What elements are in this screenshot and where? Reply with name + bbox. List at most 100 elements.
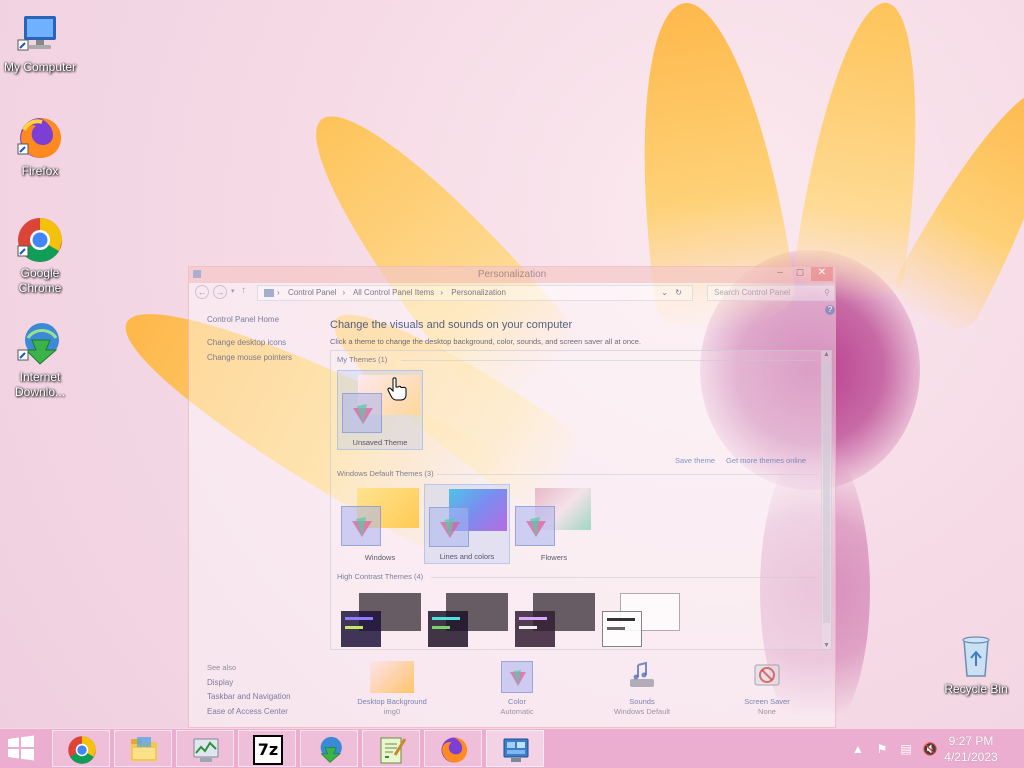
- theme-high-contrast-2[interactable]: [424, 589, 510, 651]
- file-explorer-icon: [131, 737, 157, 761]
- minimize-button[interactable]: –: [773, 267, 787, 281]
- theme-color-swatch: [515, 506, 555, 546]
- windows-logo-icon: [8, 735, 34, 761]
- display-link[interactable]: Display: [207, 678, 233, 687]
- system-clock[interactable]: 9:27 PM 4/21/2023: [936, 733, 1006, 765]
- forward-icon[interactable]: →: [213, 285, 227, 299]
- window-title: Personalization: [477, 269, 547, 280]
- sounds-icon: [626, 661, 658, 693]
- breadcrumb-all-items[interactable]: All Control Panel Items: [353, 288, 434, 297]
- theme-lines-and-colors[interactable]: Lines and colors: [424, 484, 510, 564]
- firefox-icon: [441, 737, 468, 763]
- breadcrumb-personalization[interactable]: Personalization: [451, 288, 506, 297]
- desktop-icon-label: Internet Downlo...: [14, 370, 66, 399]
- theme-high-contrast-white[interactable]: [598, 589, 684, 651]
- color-icon: [501, 661, 533, 693]
- search-input[interactable]: Search Control Panel ⚲: [707, 285, 835, 301]
- search-placeholder: Search Control Panel: [714, 288, 791, 297]
- group-default-themes: Windows Default Themes (3): [337, 469, 434, 478]
- page-subtitle: Click a theme to change the desktop back…: [330, 337, 642, 346]
- theme-color-swatch: [342, 393, 382, 433]
- maximize-button[interactable]: ◻: [793, 267, 807, 281]
- change-mouse-pointers-link[interactable]: Change mouse pointers: [207, 353, 292, 362]
- hand-cursor-icon: [387, 377, 407, 404]
- window-titlebar[interactable]: Personalization – ◻ ✕: [189, 267, 835, 283]
- theme-label: Windows: [364, 553, 396, 562]
- refresh-icon[interactable]: ↻: [675, 286, 682, 300]
- screen-saver-icon: [751, 661, 783, 693]
- notepad-plus-plus-icon: [380, 737, 407, 764]
- desktop-background-setting[interactable]: Desktop Background img0: [344, 661, 440, 716]
- color-setting[interactable]: Color Automatic: [469, 661, 565, 716]
- address-toolbar: ← → ▾ ↑ › Control Panel › All Control Pan…: [195, 285, 835, 301]
- desktop-icon-label: Firefox: [21, 164, 59, 178]
- desktop-icon-google-chrome[interactable]: Google Chrome: [0, 216, 80, 296]
- recycle-bin-icon: [952, 632, 1000, 680]
- theme-flowers[interactable]: Flowers: [511, 484, 597, 564]
- theme-label: Unsaved Theme: [352, 438, 408, 447]
- theme-color-swatch: [428, 611, 468, 647]
- theme-windows[interactable]: Windows: [337, 484, 423, 564]
- desktop-wallpaper: My Computer Firefox Google Chrome Intern…: [0, 0, 1024, 728]
- computer-icon: [16, 10, 64, 58]
- theme-label: Lines and colors: [439, 552, 495, 561]
- network-icon[interactable]: ▤: [898, 741, 914, 757]
- start-button[interactable]: [6, 735, 40, 763]
- taskbar-internet-download-manager[interactable]: [300, 730, 358, 767]
- setting-value: None: [758, 707, 776, 716]
- action-center-flag-icon[interactable]: ⚑: [874, 741, 890, 757]
- group-high-contrast-themes: High Contrast Themes (4): [337, 572, 424, 581]
- scroll-thumb[interactable]: [823, 363, 830, 623]
- save-theme-link[interactable]: Save theme: [675, 456, 715, 465]
- sounds-setting[interactable]: Sounds Windows Default: [594, 661, 690, 716]
- help-icon[interactable]: ?: [825, 305, 835, 315]
- desktop-icon-internet-download-manager[interactable]: Internet Downlo...: [0, 320, 80, 400]
- theme-color-swatch: [515, 611, 555, 647]
- desktop-icon-label: Google Chrome: [18, 266, 62, 295]
- ease-of-access-link[interactable]: Ease of Access Center: [207, 707, 288, 716]
- theme-high-contrast-1[interactable]: [337, 589, 423, 651]
- close-button[interactable]: ✕: [811, 267, 833, 281]
- taskbar-file-explorer[interactable]: [114, 730, 172, 767]
- theme-list-scrollbar[interactable]: ▲ ▼: [821, 351, 831, 649]
- desktop-icon-firefox[interactable]: Firefox: [0, 114, 80, 179]
- scroll-down-arrow[interactable]: ▼: [822, 642, 831, 649]
- taskbar-7zip[interactable]: 7z: [238, 730, 296, 767]
- setting-label: Desktop Background: [357, 697, 427, 706]
- theme-color-swatch: [341, 611, 381, 647]
- control-panel-icon: [264, 289, 274, 297]
- control-panel-home-link[interactable]: Control Panel Home: [207, 315, 279, 324]
- clock-date: 4/21/2023: [944, 750, 998, 764]
- address-dropdown-icon[interactable]: ⌄: [661, 286, 668, 300]
- taskbar-chrome[interactable]: [52, 730, 110, 767]
- taskbar-task-manager[interactable]: [176, 730, 234, 767]
- scroll-up-arrow[interactable]: ▲: [822, 351, 831, 358]
- theme-unsaved[interactable]: Unsaved Theme: [337, 370, 423, 450]
- taskbar-control-panel[interactable]: [486, 730, 544, 767]
- theme-high-contrast-3[interactable]: [511, 589, 597, 651]
- back-icon[interactable]: ←: [195, 285, 209, 299]
- breadcrumb-control-panel[interactable]: Control Panel: [288, 288, 336, 297]
- taskbar-notepad-plus-plus[interactable]: [362, 730, 420, 767]
- desktop-icon-recycle-bin[interactable]: Recycle Bin: [936, 632, 1016, 697]
- page-title: Change the visuals and sounds on your co…: [330, 319, 573, 331]
- address-bar[interactable]: › Control Panel › All Control Panel Items…: [257, 285, 693, 301]
- group-divider: [437, 474, 817, 475]
- screen-saver-setting[interactable]: Screen Saver None: [719, 661, 815, 716]
- taskbar: 7z ▲ ⚑ ▤ 🔇 9:27 PM 4/21/2023: [0, 728, 1024, 768]
- recent-dropdown-icon[interactable]: ▾: [231, 287, 235, 295]
- theme-color-swatch: [429, 507, 469, 547]
- personalization-window[interactable]: Personalization – ◻ ✕ ← → ▾ ↑ › Control …: [188, 266, 836, 728]
- internet-download-manager-icon: [320, 736, 342, 763]
- change-desktop-icons-link[interactable]: Change desktop icons: [207, 338, 286, 347]
- task-manager-icon: [193, 738, 219, 762]
- theme-label: Flowers: [540, 553, 568, 562]
- show-hidden-icons-arrow[interactable]: ▲: [850, 741, 866, 757]
- get-more-themes-link[interactable]: Get more themes online: [726, 456, 806, 465]
- taskbar-navigation-link[interactable]: Taskbar and Navigation: [207, 692, 291, 701]
- setting-value: Windows Default: [613, 707, 671, 716]
- desktop-icon-my-computer[interactable]: My Computer: [0, 10, 80, 75]
- up-icon[interactable]: ↑: [241, 285, 246, 296]
- chrome-icon: [16, 216, 64, 264]
- taskbar-firefox[interactable]: [424, 730, 482, 767]
